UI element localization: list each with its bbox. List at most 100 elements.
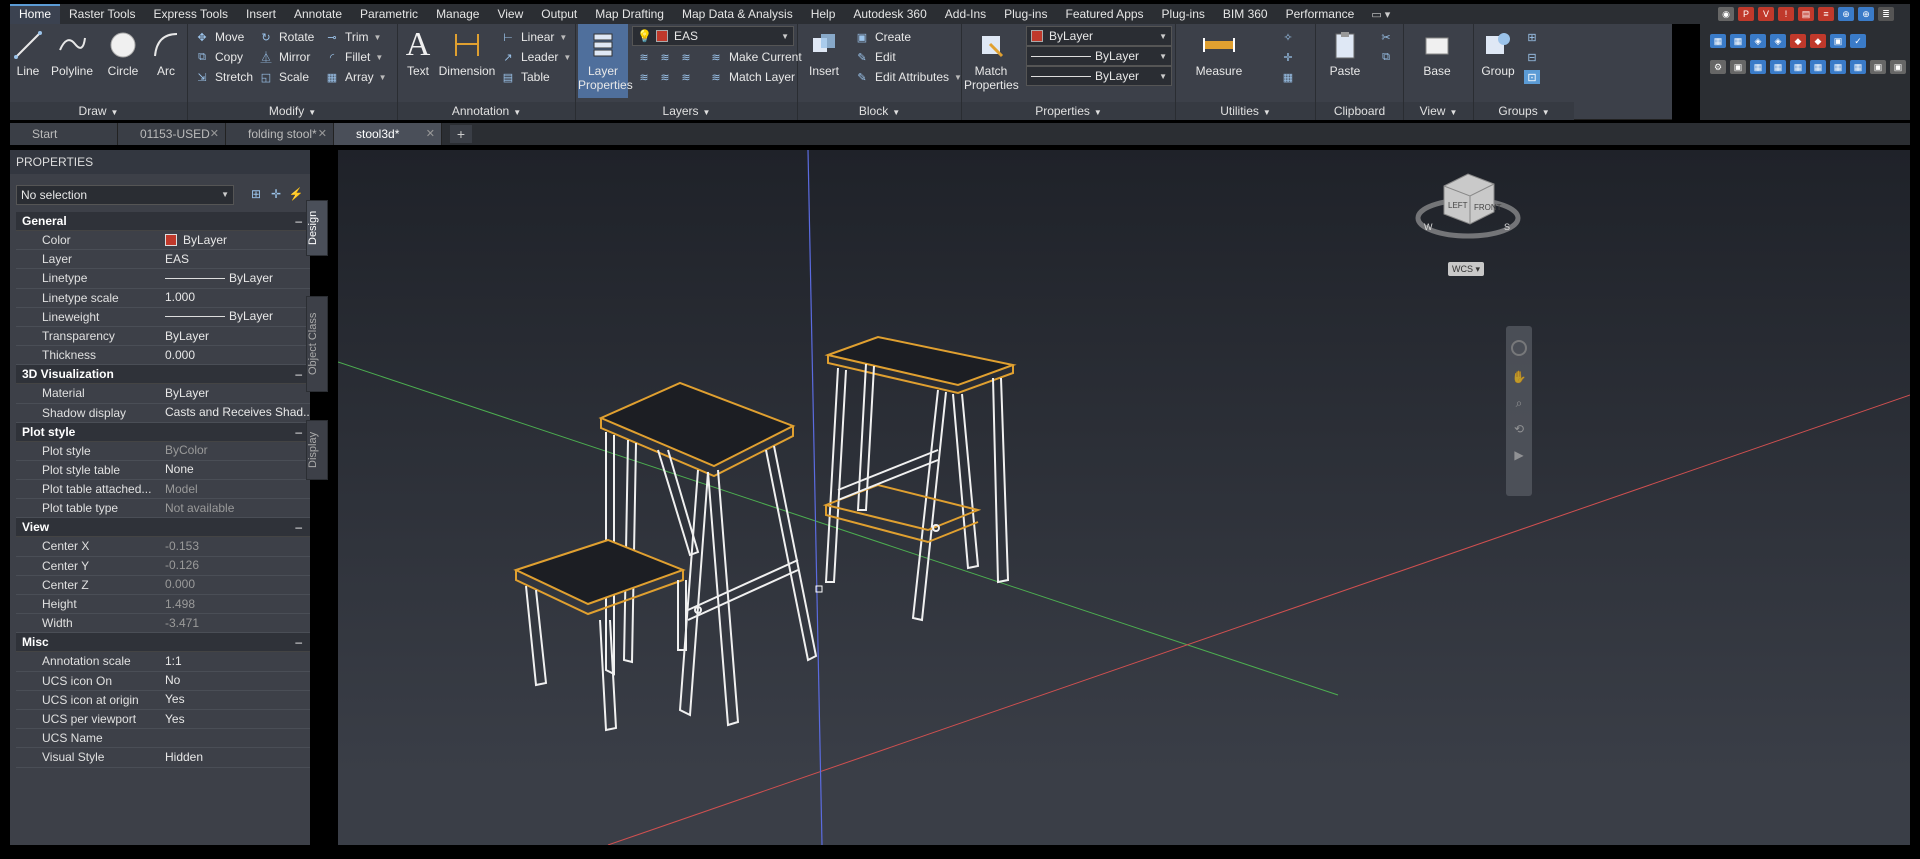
ribbon-tab-annotate[interactable]: Annotate bbox=[285, 4, 351, 24]
section-header[interactable]: View – bbox=[16, 518, 310, 538]
compass-west[interactable]: W bbox=[1424, 222, 1433, 232]
utility-tool-3[interactable]: ▦ bbox=[1280, 67, 1301, 87]
ribbon-options-icon[interactable]: ▭ ▾ bbox=[1371, 8, 1390, 21]
showmotion-icon[interactable]: ▶ bbox=[1511, 448, 1527, 464]
rotate-button[interactable]: ↻ Rotate bbox=[258, 27, 314, 47]
property-value[interactable]: Not available bbox=[161, 499, 310, 517]
plugin-icon[interactable]: ▦ bbox=[1830, 60, 1846, 74]
make-current-button[interactable]: ≋ Make Current bbox=[708, 47, 801, 67]
mirror-button[interactable]: ⏅ Mirror bbox=[258, 47, 311, 67]
property-value[interactable]: None bbox=[161, 461, 310, 479]
line-button[interactable]: Line bbox=[10, 28, 46, 78]
property-value[interactable]: EAS bbox=[161, 250, 310, 268]
ribbon-tab-plug-ins[interactable]: Plug-ins bbox=[995, 4, 1056, 24]
tab-design[interactable]: Design bbox=[306, 200, 328, 256]
color-dropdown[interactable]: ByLayer ▼ bbox=[1026, 26, 1172, 46]
paste-button[interactable]: Paste bbox=[1320, 28, 1370, 78]
property-row[interactable]: UCS per viewport Yes bbox=[16, 710, 310, 730]
plugin-icon[interactable]: ⚙ bbox=[1710, 60, 1726, 74]
layer-tool-icon[interactable]: ≋ bbox=[678, 50, 694, 64]
plugin-icon[interactable]: ▦ bbox=[1850, 60, 1866, 74]
ribbon-tab-output[interactable]: Output bbox=[532, 4, 586, 24]
layer-dropdown[interactable]: 💡 EAS ▼ bbox=[632, 26, 794, 46]
array-button[interactable]: ▦ Array ▼ bbox=[324, 67, 387, 87]
plugin-icon[interactable]: ≡ bbox=[1818, 7, 1834, 21]
property-value[interactable]: 0.000 bbox=[161, 346, 310, 364]
arc-button[interactable]: Arc bbox=[148, 28, 184, 78]
collapse-icon[interactable]: – bbox=[295, 212, 302, 231]
move-button[interactable]: ✥ Move bbox=[194, 27, 244, 47]
property-value[interactable]: ByLayer bbox=[161, 384, 310, 402]
property-row[interactable]: Center Y -0.126 bbox=[16, 557, 310, 576]
toggle-pickadd-icon[interactable]: ⊞ bbox=[248, 187, 264, 203]
copy-button[interactable]: ⧉ Copy bbox=[194, 47, 243, 67]
linetype-dropdown[interactable]: ByLayer ▼ bbox=[1026, 66, 1172, 86]
new-tab-button[interactable]: + bbox=[450, 125, 472, 143]
annotation-panel-title[interactable]: Annotation ▼ bbox=[398, 102, 575, 120]
collapse-icon[interactable]: – bbox=[295, 518, 302, 537]
draw-panel-title[interactable]: Draw ▼ bbox=[10, 102, 187, 120]
ribbon-tab-featured-apps[interactable]: Featured Apps bbox=[1056, 4, 1152, 24]
property-value[interactable]: 0.000 bbox=[161, 576, 310, 594]
ribbon-tab-manage[interactable]: Manage bbox=[427, 4, 488, 24]
property-row[interactable]: Material ByLayer bbox=[16, 384, 310, 404]
ribbon-tab-map-drafting[interactable]: Map Drafting bbox=[586, 4, 673, 24]
leader-button[interactable]: ↗ Leader ▼ bbox=[500, 47, 571, 67]
plugin-icon[interactable]: ▦ bbox=[1710, 34, 1726, 48]
property-row[interactable]: Plot style ByColor bbox=[16, 442, 310, 461]
property-value[interactable]: Yes bbox=[161, 710, 310, 728]
group-button[interactable]: Group bbox=[1476, 28, 1520, 78]
section-header[interactable]: Misc – bbox=[16, 633, 310, 653]
property-value[interactable]: No bbox=[161, 672, 310, 690]
file-tab[interactable]: 01153-USED ✕ bbox=[118, 123, 226, 145]
plugin-icon[interactable]: ▣ bbox=[1870, 60, 1886, 74]
plugin-icon[interactable]: ◆ bbox=[1810, 34, 1826, 48]
property-row[interactable]: Shadow display Casts and Receives Shad... bbox=[16, 404, 310, 423]
property-row[interactable]: Linetype ByLayer bbox=[16, 269, 310, 289]
property-row[interactable]: Color ByLayer bbox=[16, 231, 310, 251]
drawing-viewport[interactable]: LEFT FRONT W S WCS ▾ ✋ ⌕ ⟲ ▶ bbox=[338, 150, 1910, 845]
plugin-icon[interactable]: ◉ bbox=[1718, 7, 1734, 21]
wcs-menu-button[interactable]: WCS ▾ bbox=[1448, 262, 1484, 276]
property-value[interactable]: -0.126 bbox=[161, 557, 310, 575]
viewcube-front-face[interactable]: FRONT bbox=[1474, 203, 1502, 212]
file-tab[interactable]: folding stool* ✕ bbox=[226, 123, 334, 145]
property-value[interactable]: ByLayer bbox=[161, 308, 310, 326]
property-row[interactable]: Visual Style Hidden bbox=[16, 748, 310, 768]
close-tab-icon[interactable]: ✕ bbox=[318, 123, 327, 145]
dimension-button[interactable]: Dimension bbox=[438, 28, 496, 78]
plugin-icon[interactable]: ◈ bbox=[1750, 34, 1766, 48]
ribbon-tab-plug-ins[interactable]: Plug-ins bbox=[1153, 4, 1214, 24]
plugin-icon[interactable]: ▦ bbox=[1750, 60, 1766, 74]
utility-tool-2[interactable]: ✛ bbox=[1280, 47, 1301, 67]
model-space-canvas[interactable] bbox=[338, 150, 1910, 845]
ribbon-tab-performance[interactable]: Performance bbox=[1277, 4, 1364, 24]
tab-object-class[interactable]: Object Class bbox=[306, 296, 328, 392]
plugin-icon[interactable]: ✓ bbox=[1850, 34, 1866, 48]
modify-panel-title[interactable]: Modify ▼ bbox=[188, 102, 397, 120]
property-row[interactable]: UCS icon On No bbox=[16, 672, 310, 691]
quick-select-icon[interactable]: ⚡ bbox=[288, 187, 304, 203]
property-value[interactable]: Model bbox=[161, 480, 310, 498]
plugin-icon[interactable]: ▦ bbox=[1810, 60, 1826, 74]
property-value[interactable]: 1:1 bbox=[161, 652, 310, 670]
select-objects-icon[interactable]: ✛ bbox=[268, 187, 284, 203]
layer-tool-icon[interactable]: ≋ bbox=[657, 70, 673, 84]
cut-button[interactable]: ✂ bbox=[1378, 27, 1399, 47]
stool-model-front[interactable] bbox=[513, 381, 818, 732]
linear-button[interactable]: ⊢ Linear ▼ bbox=[500, 27, 567, 47]
plugin-icon[interactable]: ▣ bbox=[1890, 60, 1906, 74]
plugin-icon[interactable]: V bbox=[1758, 7, 1774, 21]
lineweight-dropdown[interactable]: ByLayer ▼ bbox=[1026, 46, 1172, 66]
property-row[interactable]: Plot table attached... Model bbox=[16, 480, 310, 500]
properties-panel-title[interactable]: Properties ▼ bbox=[962, 102, 1175, 120]
property-row[interactable]: UCS icon at origin Yes bbox=[16, 691, 310, 710]
property-value[interactable]: 1.000 bbox=[161, 289, 310, 307]
pan-icon[interactable]: ✋ bbox=[1511, 370, 1527, 386]
layers-panel-title[interactable]: Layers ▼ bbox=[576, 102, 797, 120]
view-panel-title[interactable]: View ▼ bbox=[1404, 102, 1473, 120]
match-properties-button[interactable]: Match Properties bbox=[964, 28, 1019, 92]
stretch-button[interactable]: ⇲ Stretch bbox=[194, 67, 253, 87]
file-tab[interactable]: stool3d* ✕ bbox=[334, 123, 442, 145]
match-layer-button[interactable]: ≋ Match Layer bbox=[708, 67, 795, 87]
